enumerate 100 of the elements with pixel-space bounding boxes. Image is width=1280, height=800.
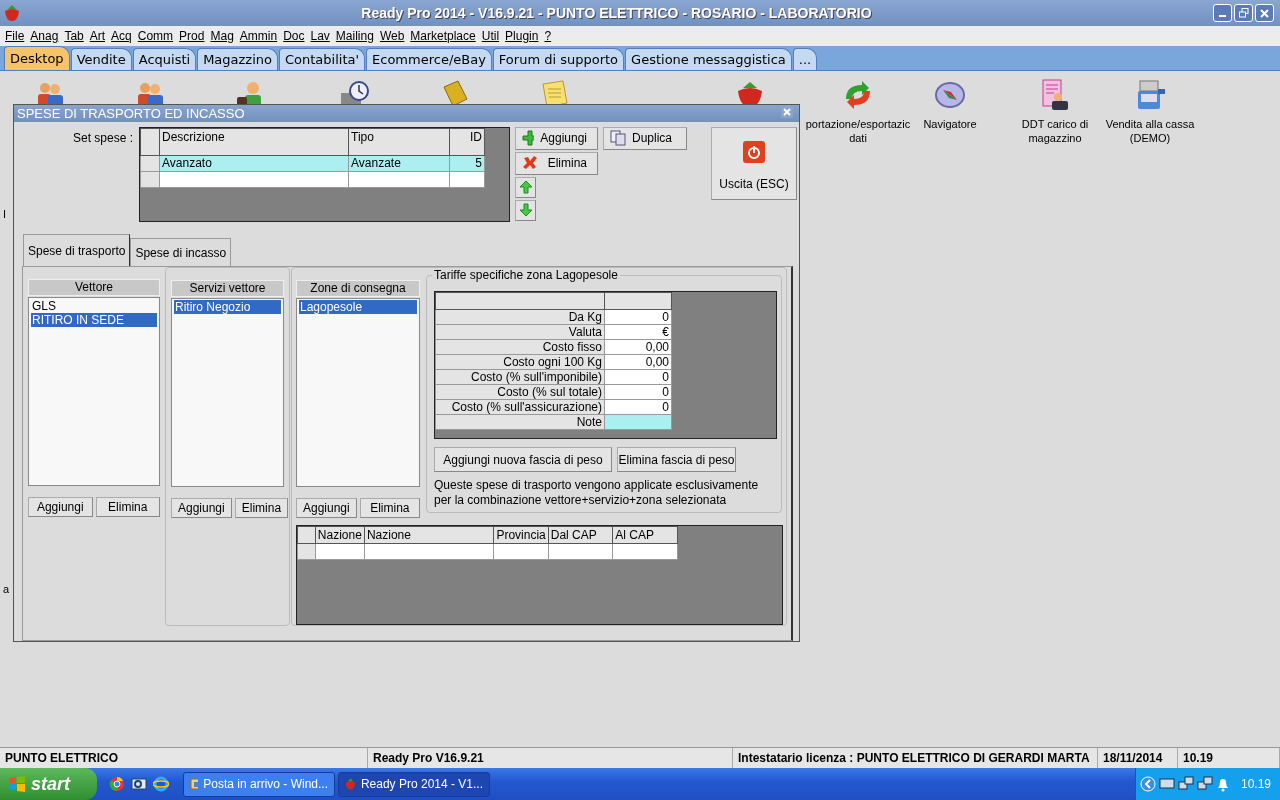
minimize-button[interactable] xyxy=(1213,4,1232,22)
network-icon[interactable] xyxy=(1197,776,1213,792)
menu-item[interactable]: Comm xyxy=(136,29,179,43)
add-button[interactable]: Aggiungi xyxy=(28,497,93,518)
menu-item[interactable]: Mag xyxy=(209,29,239,43)
tab[interactable]: Vendite xyxy=(70,48,132,70)
delete-button[interactable]: Elimina xyxy=(515,151,598,175)
column-header[interactable]: Dal CAP xyxy=(548,526,613,544)
column-header[interactable]: ID xyxy=(449,128,485,156)
tab[interactable]: Contabilita' xyxy=(279,48,366,70)
restore-button[interactable] xyxy=(1234,4,1253,22)
flag-icon xyxy=(8,776,26,792)
browser-icon[interactable] xyxy=(109,776,125,792)
taskbar-button[interactable]: Posta in arrivo - Wind... xyxy=(183,771,335,797)
move-down-button[interactable] xyxy=(515,199,536,221)
dialog-title: SPESE DI TRASPORTO ED INCASSO xyxy=(17,105,246,121)
menu-item[interactable]: Tab xyxy=(63,29,89,43)
tab[interactable]: Forum di supporto xyxy=(492,48,625,70)
icon-label[interactable]: DDT carico di magazzino xyxy=(1010,117,1100,145)
duplicate-button[interactable]: Duplica xyxy=(603,126,687,150)
tab[interactable]: Magazzino xyxy=(197,48,278,70)
strawberry-icon xyxy=(345,776,356,792)
add-button[interactable]: Aggiungi xyxy=(296,498,357,519)
status-field: 18/11/2014 xyxy=(1098,748,1177,768)
value-cell[interactable]: 0 xyxy=(604,384,672,400)
exit-button[interactable]: Uscita (ESC) xyxy=(711,126,797,200)
list-header: Zone di consegna xyxy=(296,280,420,298)
list-item[interactable]: RITIRO IN SEDE xyxy=(31,313,157,328)
power-icon xyxy=(743,141,765,164)
table-cell[interactable] xyxy=(449,171,485,188)
column-header[interactable]: Nazione xyxy=(364,526,494,544)
menu-item[interactable]: Ammin xyxy=(238,29,283,43)
taskbar-button[interactable]: Ready Pro 2014 - V1... xyxy=(338,771,490,797)
table-cell[interactable] xyxy=(159,171,349,188)
table-cell[interactable] xyxy=(348,171,450,188)
delete-button[interactable]: Elimina xyxy=(359,498,420,519)
menu-item[interactable]: Web xyxy=(378,29,410,43)
status-field: Ready Pro V16.9.21 xyxy=(368,748,732,768)
tab[interactable]: Ecommerce/eBay xyxy=(366,48,492,70)
tab[interactable]: Gestione messaggistica xyxy=(625,48,792,70)
table-cell[interactable] xyxy=(364,543,494,560)
arrow-down-icon xyxy=(518,203,533,218)
add-weight-band-button[interactable]: Aggiungi nuova fascia di peso xyxy=(434,447,612,473)
menu-item[interactable]: File xyxy=(4,29,30,43)
close-button[interactable] xyxy=(1255,4,1274,22)
column-header[interactable]: Al CAP xyxy=(612,526,678,544)
menu-item[interactable]: Marketplace xyxy=(409,29,481,43)
network-icon[interactable] xyxy=(1178,776,1194,792)
column-header[interactable]: Descrizione xyxy=(159,128,349,156)
menu-item[interactable]: Plugin xyxy=(504,29,544,43)
compass-icon xyxy=(934,79,966,111)
menu-item[interactable]: Doc xyxy=(282,29,310,43)
menu-item[interactable]: Art xyxy=(88,29,111,43)
tab[interactable]: Desktop xyxy=(4,46,70,70)
icon-label[interactable]: Vendita alla cassa (DEMO) xyxy=(1100,117,1200,145)
move-up-button[interactable] xyxy=(515,176,536,198)
add-button[interactable]: Aggiungi xyxy=(171,498,232,519)
value-cell[interactable]: 0 xyxy=(604,309,672,325)
list-header: Vettore xyxy=(28,279,160,297)
tab[interactable]: Acquisti xyxy=(132,48,197,70)
menu-item[interactable]: Acq xyxy=(110,29,137,43)
delete-button[interactable]: Elimina xyxy=(95,497,160,518)
column-header[interactable]: Nazione xyxy=(315,526,365,544)
table-cell[interactable] xyxy=(493,543,549,560)
table-cell[interactable] xyxy=(612,543,678,560)
status-field: PUNTO ELETTRICO xyxy=(0,748,367,768)
tab[interactable]: Spese di trasporto xyxy=(23,234,131,267)
bell-icon[interactable] xyxy=(1216,776,1230,792)
value-cell[interactable]: 0 xyxy=(604,399,672,415)
icon-label[interactable]: portazione/esportazic dati xyxy=(800,117,916,145)
menu-item[interactable]: Lav xyxy=(309,29,335,43)
tab[interactable]: Spese di incasso xyxy=(130,238,232,267)
browser-icon[interactable] xyxy=(153,776,169,792)
restore-icon xyxy=(1238,8,1249,18)
icon-label[interactable]: Navigatore xyxy=(923,117,977,131)
menu-item[interactable]: Prod xyxy=(178,29,210,43)
value-cell[interactable]: 0,00 xyxy=(604,354,672,370)
delete-button[interactable]: Elimina xyxy=(234,498,289,519)
menu-item[interactable]: ? xyxy=(543,29,557,43)
column-header[interactable]: Provincia xyxy=(493,526,549,544)
value-cell[interactable]: 0 xyxy=(604,369,672,385)
add-button[interactable]: Aggiungi xyxy=(515,126,598,150)
list-item[interactable]: Lagopesole xyxy=(299,300,417,315)
menu-item[interactable]: Mailing xyxy=(334,29,379,43)
row-indicator-cell xyxy=(297,526,316,544)
value-cell[interactable]: € xyxy=(604,324,672,340)
table-cell[interactable] xyxy=(315,543,365,560)
plus-icon xyxy=(522,130,535,147)
close-button[interactable] xyxy=(781,106,795,121)
column-header[interactable]: Tipo xyxy=(348,128,450,156)
delete-weight-band-button[interactable]: Elimina fascia di peso xyxy=(617,447,736,473)
list-item[interactable]: GLS xyxy=(31,299,157,314)
menu-item[interactable]: Util xyxy=(480,29,505,43)
list-item[interactable]: Ritiro Negozio xyxy=(174,300,281,315)
value-cell[interactable]: 0,00 xyxy=(604,339,672,355)
monitor-icon[interactable] xyxy=(1159,777,1175,791)
chevron-icon[interactable] xyxy=(1140,776,1156,792)
table-cell[interactable] xyxy=(548,543,613,560)
tab[interactable]: ... xyxy=(792,48,818,70)
menu-item[interactable]: Anag xyxy=(29,29,64,43)
